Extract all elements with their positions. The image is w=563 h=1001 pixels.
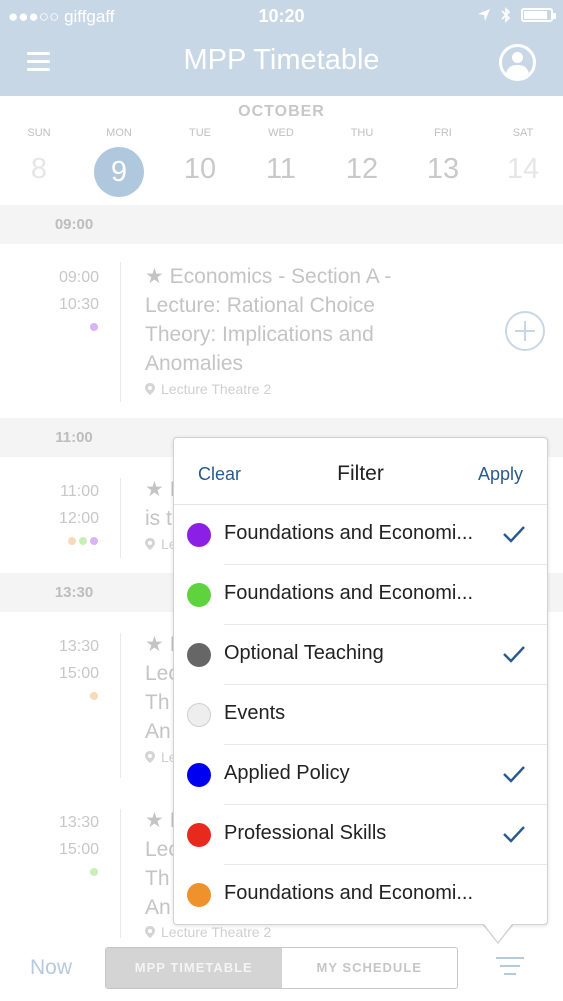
filter-item-label: Optional Teaching xyxy=(224,642,384,664)
category-color-dot xyxy=(187,763,211,787)
event-start: 11:00 xyxy=(60,483,99,500)
day-number: 10 xyxy=(183,153,217,185)
day-mon[interactable]: MON 9 xyxy=(89,127,149,197)
event-start: 13:30 xyxy=(58,814,99,831)
status-bar: ●●●○○ giffgaff 10:20 xyxy=(0,0,563,34)
day-number: 8 xyxy=(30,153,48,185)
location-pin-icon xyxy=(145,926,155,938)
event-category-dots xyxy=(64,868,98,876)
day-number: 14 xyxy=(506,153,540,185)
filter-item-label: Foundations and Economi... xyxy=(224,582,474,604)
tab-mpp-timetable[interactable]: MPP TIMETABLE xyxy=(106,948,282,988)
checkmark-icon xyxy=(503,766,525,783)
filter-item-label: Foundations and Economi... xyxy=(224,522,474,544)
day-number: 11 xyxy=(265,153,297,185)
bluetooth-icon xyxy=(501,7,511,23)
location-arrow-icon xyxy=(478,9,490,21)
time-band-label: 13:30 xyxy=(54,584,94,601)
event-end: 15:00 xyxy=(58,665,99,682)
popover-arrow xyxy=(484,924,512,942)
event-location: Le xyxy=(145,749,177,765)
view-segmented-control: MPP TIMETABLE MY SCHEDULE xyxy=(105,947,458,989)
now-button[interactable]: Now xyxy=(30,956,72,980)
day-name: MON xyxy=(106,127,132,139)
checkmark-icon xyxy=(503,526,525,543)
event-item[interactable]: 09:00 10:30 ★ Economics - Section A - Le… xyxy=(0,262,563,417)
event-category-dots xyxy=(64,692,98,700)
status-icons xyxy=(477,6,556,24)
day-number-selected: 9 xyxy=(94,147,144,197)
day-name: WED xyxy=(268,127,294,139)
add-to-schedule-icon[interactable] xyxy=(505,311,545,351)
page-title: MPP Timetable xyxy=(183,44,380,76)
day-name: SAT xyxy=(512,127,534,139)
category-color-dot xyxy=(187,883,211,907)
event-title: ★ Economics - Section A - Lecture: Ratio… xyxy=(145,265,392,375)
category-color-dot xyxy=(187,823,211,847)
battery-icon xyxy=(521,8,556,22)
bottom-toolbar: Now MPP TIMETABLE MY SCHEDULE xyxy=(0,938,563,1001)
filter-header: Filter Clear Apply xyxy=(174,438,547,505)
event-start: 09:00 xyxy=(58,269,99,286)
day-number: 13 xyxy=(426,153,460,185)
filter-item[interactable]: Optional Teaching xyxy=(174,625,547,685)
tab-my-schedule[interactable]: MY SCHEDULE xyxy=(282,948,458,988)
filter-icon[interactable] xyxy=(496,957,524,981)
checkmark-icon xyxy=(503,646,525,663)
filter-item[interactable]: Foundations and Economi... xyxy=(174,565,547,625)
week-strip: SUN 8 MON 9 TUE 10 WED 11 THU 12 FRI 13 … xyxy=(0,127,563,203)
header: ●●●○○ giffgaff 10:20 MPP Timetable xyxy=(0,0,563,96)
day-sat[interactable]: SAT 14 xyxy=(493,127,553,186)
filter-item[interactable]: Events xyxy=(174,685,547,745)
apply-button[interactable]: Apply xyxy=(478,464,523,485)
day-tue[interactable]: TUE 10 xyxy=(170,127,230,186)
event-end: 15:00 xyxy=(58,841,99,858)
event-location: Lecture Theatre 2 xyxy=(145,381,271,397)
event-start: 13:30 xyxy=(58,638,99,655)
day-name: THU xyxy=(350,127,374,139)
day-name: TUE xyxy=(189,127,211,139)
filter-item-label: Professional Skills xyxy=(224,822,387,844)
event-location: Lecture Theatre 2 xyxy=(145,924,271,938)
time-band-label: 11:00 xyxy=(55,429,93,446)
event-end: 12:00 xyxy=(58,510,99,527)
month-label: OCTOBER xyxy=(238,103,325,120)
day-wed[interactable]: WED 11 xyxy=(251,127,311,186)
filter-item[interactable]: Applied Policy xyxy=(174,745,547,805)
profile-icon[interactable] xyxy=(499,44,536,81)
day-fri[interactable]: FRI 13 xyxy=(413,127,473,186)
category-color-dot xyxy=(187,583,211,607)
day-thu[interactable]: THU 12 xyxy=(332,127,392,186)
checkmark-icon xyxy=(503,826,525,843)
filter-item[interactable]: Professional Skills xyxy=(174,805,547,865)
day-sun[interactable]: SUN 8 xyxy=(9,127,69,186)
time-band-label: 09:00 xyxy=(54,216,94,233)
location-pin-icon xyxy=(145,383,155,395)
day-name: FRI xyxy=(434,127,452,139)
filter-item[interactable]: Foundations and Economi... xyxy=(174,505,547,565)
filter-item-label: Events xyxy=(224,702,286,724)
location-pin-icon xyxy=(145,538,155,550)
filter-item-label: Applied Policy xyxy=(224,762,350,784)
filter-popover: Filter Clear Apply Foundations and Econo… xyxy=(173,437,548,925)
event-category-dots xyxy=(64,323,98,331)
category-color-dot xyxy=(187,703,211,727)
location-pin-icon xyxy=(145,751,155,763)
day-number: 12 xyxy=(345,153,379,185)
clear-button[interactable]: Clear xyxy=(198,464,241,485)
filter-item-label: Foundations and Economi... xyxy=(224,882,474,904)
time-band: 09:00 xyxy=(0,205,563,244)
event-end: 10:30 xyxy=(58,296,99,313)
category-color-dot xyxy=(187,523,211,547)
category-color-dot xyxy=(187,643,211,667)
event-category-dots xyxy=(64,537,98,545)
event-location: Le xyxy=(145,536,177,552)
filter-item[interactable]: Foundations and Economi... xyxy=(174,865,547,925)
day-name: SUN xyxy=(27,127,51,139)
